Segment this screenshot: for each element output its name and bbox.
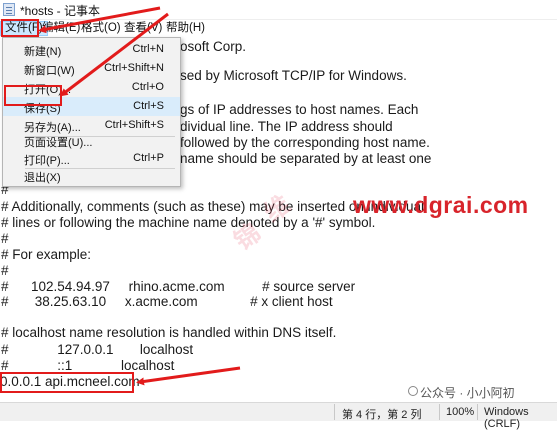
file-menu-highlight — [1, 19, 39, 37]
editor-line: # ::1 localhost — [1, 358, 175, 373]
editor-line: # lines or following the machine name de… — [1, 215, 376, 230]
notepad-icon — [3, 3, 15, 16]
menu-view[interactable]: 查看(V) — [120, 21, 166, 36]
wechat-icon — [408, 386, 418, 396]
window-title: *hosts - 记事本 — [20, 4, 101, 18]
menu-bar: 文件(F) 编辑(E) 格式(O) 查看(V) 帮助(H) — [0, 20, 557, 37]
line-ending: Windows (CRLF) — [484, 406, 529, 430]
menu-item-new-window[interactable]: 新窗口(W) Ctrl+Shift+N — [3, 59, 180, 78]
site-watermark: www.dgrai.com — [353, 192, 529, 218]
editor-line: # 38.25.63.10 x.acme.com # x client host — [1, 294, 333, 309]
editor-line: sed by Microsoft TCP/IP for Windows. — [180, 68, 407, 83]
editor-line: # 102.54.94.97 rhino.acme.com # source s… — [1, 279, 356, 294]
menu-item-exit[interactable]: 退出(X) — [3, 166, 180, 185]
editor-line: followed by the corresponding host name. — [180, 135, 430, 150]
editor-line: osoft Corp. — [180, 39, 247, 54]
editor-line: name should be separated by at least one — [180, 151, 432, 166]
menu-format[interactable]: 格式(O) — [77, 21, 125, 36]
editor-line: # For example: — [1, 247, 92, 262]
editor-line: dividual line. The IP address should — [180, 119, 393, 134]
credit-text: 公众号 · 小小阿初 — [420, 386, 515, 400]
editor-line: # 127.0.0.1 localhost — [1, 342, 194, 357]
title-bar: *hosts - 记事本 — [0, 0, 557, 20]
editor-line: gs of IP addresses to host names. Each — [180, 102, 419, 117]
status-bar: 第 4 行，第 2 列 100% Windows (CRLF) — [0, 402, 557, 430]
menu-item-new[interactable]: 新建(N) Ctrl+N — [3, 40, 180, 59]
editor-line: # localhost name resolution is handled w… — [1, 325, 337, 340]
zoom-level: 100% — [446, 406, 475, 418]
hosts-entry-highlight — [0, 372, 134, 393]
editor-line: # — [1, 263, 9, 278]
editor-line: # — [1, 231, 9, 246]
save-item-highlight — [4, 85, 62, 106]
file-menu-dropdown: 新建(N) Ctrl+N 新窗口(W) Ctrl+Shift+N 打开(O)..… — [2, 37, 181, 187]
menu-item-page-setup[interactable]: 页面设置(U)... — [3, 131, 180, 150]
menu-help[interactable]: 帮助(H) — [162, 21, 209, 36]
